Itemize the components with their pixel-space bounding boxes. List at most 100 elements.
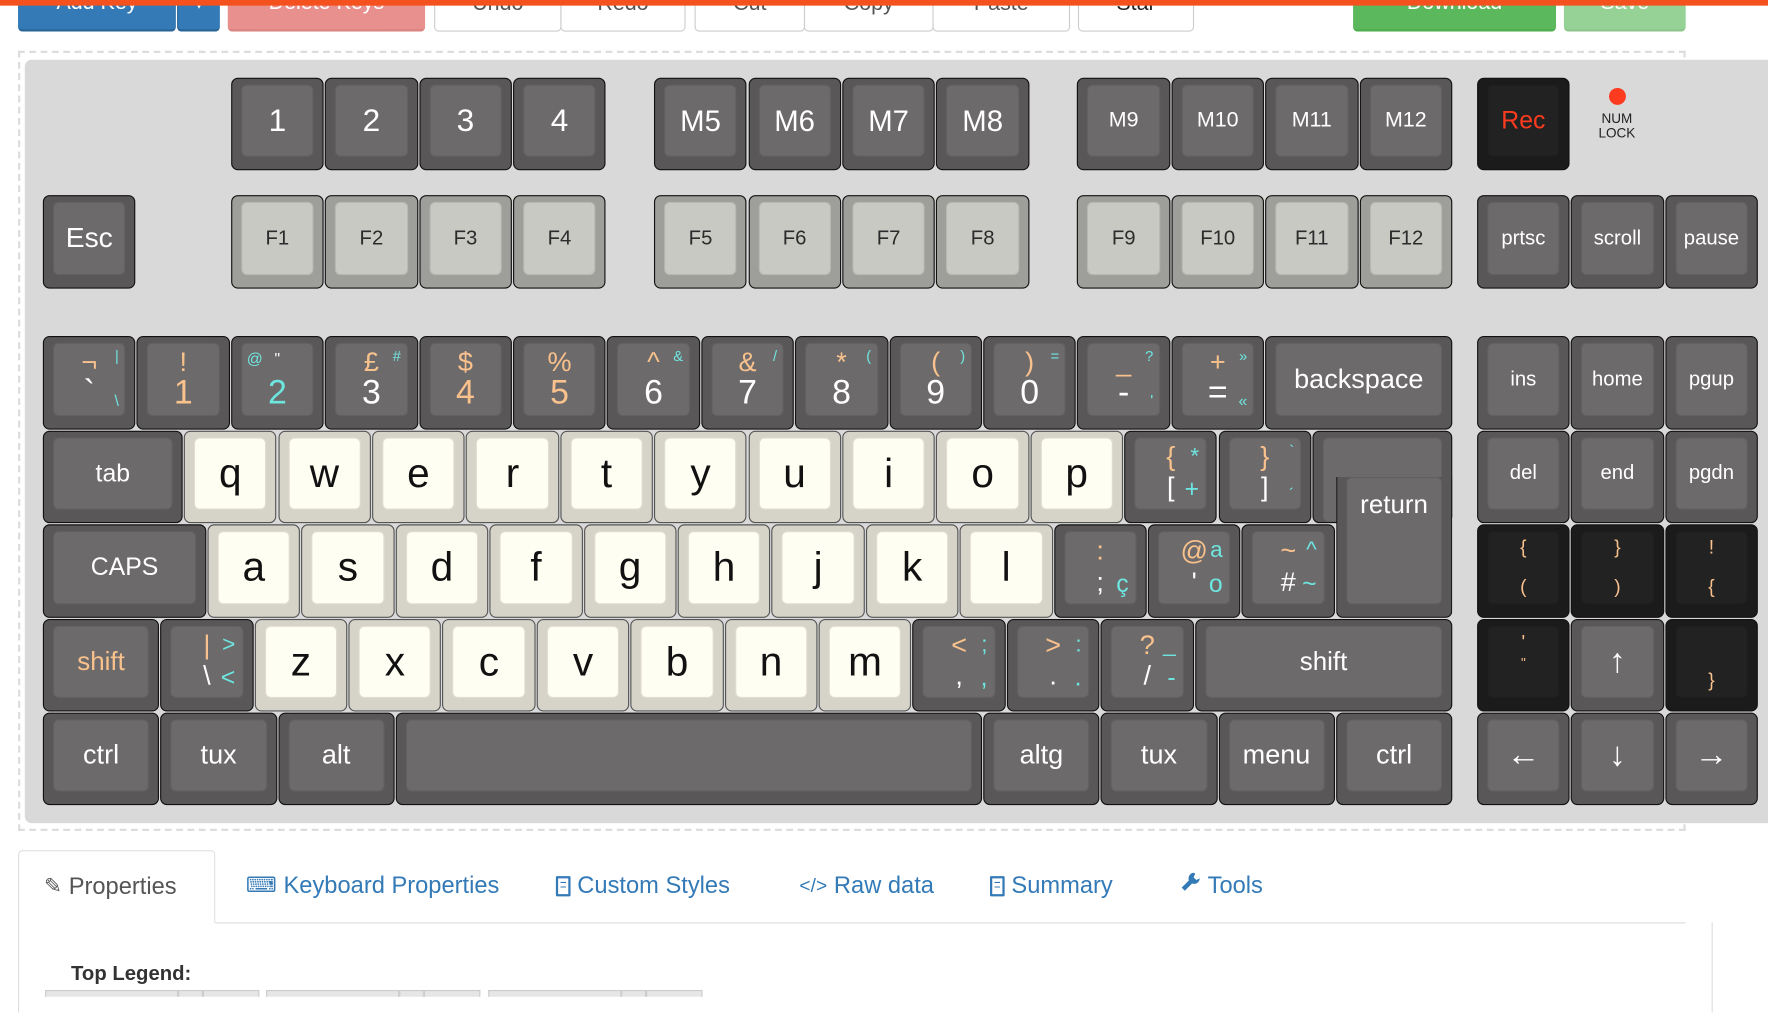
key-p[interactable]: p <box>1030 430 1124 524</box>
key-q[interactable]: q <box>183 430 277 524</box>
key-ctrl[interactable]: ctrl <box>1335 712 1453 806</box>
key-3[interactable]: 3 <box>418 77 512 171</box>
key-legend[interactable] <box>395 712 983 806</box>
key-f2[interactable]: F2 <box>324 195 418 289</box>
key-prtsc[interactable]: prtsc <box>1476 195 1570 289</box>
key-legend[interactable]: !{ <box>1664 524 1758 618</box>
key-m10[interactable]: M10 <box>1171 77 1265 171</box>
key-m11[interactable]: M11 <box>1265 77 1359 171</box>
key-pgup[interactable]: pgup <box>1664 336 1758 430</box>
key-legend[interactable]: *(8 <box>795 336 889 430</box>
key-y[interactable]: y <box>654 430 747 524</box>
legend-input[interactable] <box>621 989 647 997</box>
tab-tools[interactable]: Tools <box>1181 850 1263 921</box>
key-legend[interactable]: @ " 2 <box>230 336 324 430</box>
legend-input[interactable] <box>488 989 622 997</box>
legend-input[interactable] <box>202 989 260 997</box>
key-home[interactable]: home <box>1570 336 1664 430</box>
key-rec[interactable]: Rec <box>1476 77 1570 171</box>
legend-input[interactable] <box>266 989 400 997</box>
tab-custom-styles[interactable]: Custom Styles <box>555 850 730 921</box>
key-m6[interactable]: M6 <box>748 77 842 171</box>
key-n[interactable]: n <box>724 618 818 712</box>
legend-input[interactable] <box>45 989 179 997</box>
key-tux[interactable]: tux <box>160 712 277 806</box>
key-pause[interactable]: pause <box>1664 195 1758 289</box>
key-f[interactable]: f <box>489 524 583 618</box>
key-ins[interactable]: ins <box>1476 336 1570 430</box>
key-caps[interactable]: CAPS <box>42 524 207 618</box>
key-legend[interactable]: {*[+ <box>1124 430 1218 524</box>
key-pgdn[interactable]: pgdn <box>1664 430 1758 524</box>
key-f6[interactable]: F6 <box>748 195 842 289</box>
key-g[interactable]: g <box>583 524 677 618</box>
key-i[interactable]: i <box>842 430 936 524</box>
key-z[interactable]: z <box>254 618 348 712</box>
key-del[interactable]: del <box>1476 430 1570 524</box>
tab-properties[interactable]: ✎ Properties <box>18 850 216 924</box>
key-f7[interactable]: F7 <box>842 195 936 289</box>
key-legend[interactable]: } `] ´ <box>1218 430 1312 524</box>
key-v[interactable]: v <box>536 618 630 712</box>
key-legend[interactable]: ¬ | ` \ <box>42 336 136 430</box>
key-f8[interactable]: F8 <box>936 195 1030 289</box>
key-m9[interactable]: M9 <box>1077 77 1171 171</box>
key-k[interactable]: k <box>865 524 959 618</box>
key-f10[interactable]: F10 <box>1171 195 1265 289</box>
key-w[interactable]: w <box>277 430 371 524</box>
key-end[interactable]: end <box>1570 430 1664 524</box>
key-legend[interactable]: % 5 <box>513 336 606 430</box>
legend-input[interactable] <box>423 989 481 997</box>
key--[interactable]: ↑ <box>1570 618 1664 712</box>
key-backspace[interactable]: backspace <box>1265 336 1453 430</box>
key-c[interactable]: c <box>442 618 536 712</box>
key-scroll[interactable]: scroll <box>1570 195 1664 289</box>
key-m5[interactable]: M5 <box>654 77 747 171</box>
key--[interactable]: ← <box>1476 712 1570 806</box>
key-shift[interactable]: shift <box>42 618 160 712</box>
key-legend[interactable]: ? _ / - <box>1100 618 1194 712</box>
key-r[interactable]: r <box>466 430 559 524</box>
key-f5[interactable]: F5 <box>654 195 747 289</box>
key-legend[interactable]: ^ & 6 <box>607 336 700 430</box>
key-alt[interactable]: alt <box>277 712 395 806</box>
key-f12[interactable]: F12 <box>1359 195 1453 289</box>
key-legend[interactable]: {( <box>1476 524 1570 618</box>
key-legend[interactable]: ' " <box>1476 618 1570 712</box>
key-m8[interactable]: M8 <box>936 77 1030 171</box>
key-legend[interactable]: $4 <box>418 336 512 430</box>
key-legend[interactable]: } <box>1664 618 1758 712</box>
key-legend[interactable]: £ #3 <box>324 336 418 430</box>
key-legend[interactable]: _? - ' <box>1077 336 1171 430</box>
key-1[interactable]: 1 <box>230 77 324 171</box>
key-legend[interactable]: }) <box>1570 524 1664 618</box>
key-m12[interactable]: M12 <box>1359 77 1453 171</box>
key--[interactable]: → <box>1664 712 1758 806</box>
key-f11[interactable]: F11 <box>1265 195 1359 289</box>
key-legend[interactable]: ! 1 <box>136 336 230 430</box>
key-j[interactable]: j <box>771 524 865 618</box>
key-s[interactable]: s <box>301 524 395 618</box>
key-ctrl[interactable]: ctrl <box>42 712 160 806</box>
key-a[interactable]: a <box>207 524 301 618</box>
key-h[interactable]: h <box>677 524 771 618</box>
key-legend[interactable]: :; ç <box>1053 524 1147 618</box>
key-e[interactable]: e <box>371 430 465 524</box>
key-menu[interactable]: menu <box>1218 712 1335 806</box>
key-f1[interactable]: F1 <box>230 195 324 289</box>
key-legend[interactable]: @ a ' o <box>1147 524 1241 618</box>
tab-summary[interactable]: Summary <box>989 850 1113 921</box>
key-tab[interactable]: tab <box>42 430 183 524</box>
key-legend[interactable]: &/7 <box>701 336 795 430</box>
key-legend[interactable]: >:.. <box>1006 618 1100 712</box>
key-legend[interactable]: ) = 0 <box>983 336 1077 430</box>
tab-raw-data[interactable]: </> Raw data <box>799 850 934 921</box>
key-legend[interactable]: () 9 <box>889 336 983 430</box>
key-shift[interactable]: shift <box>1194 618 1453 712</box>
key-altg[interactable]: altg <box>983 712 1100 806</box>
key-legend[interactable]: <;,, <box>912 618 1006 712</box>
key-tux[interactable]: tux <box>1100 712 1218 806</box>
key-o[interactable]: o <box>936 430 1030 524</box>
key-legend[interactable]: ~ ^ # ~ <box>1241 524 1335 618</box>
key-legend[interactable]: | > \ < <box>160 618 254 712</box>
